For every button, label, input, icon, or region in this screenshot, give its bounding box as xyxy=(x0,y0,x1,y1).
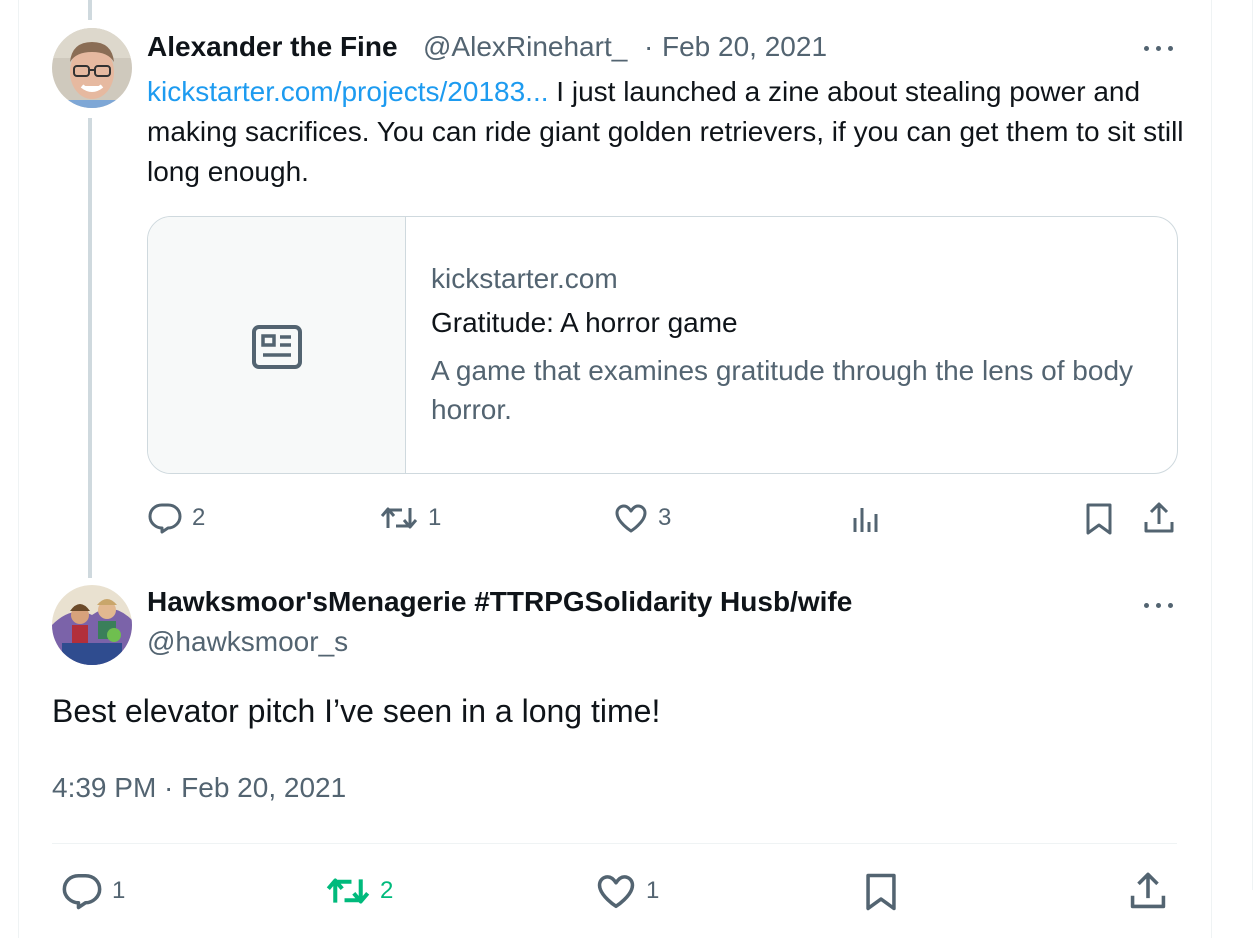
share-button[interactable] xyxy=(1129,872,1167,910)
more-options-icon[interactable] xyxy=(1140,597,1180,613)
reply-timestamp[interactable]: 4:39 PM · Feb 20, 2021 xyxy=(52,772,346,804)
retweet-count: 2 xyxy=(380,877,394,904)
like-count: 3 xyxy=(658,504,672,531)
share-icon xyxy=(1144,502,1174,533)
reply-author-name[interactable]: Hawksmoor'sMenagerie #TTRPGSolidarity Hu… xyxy=(147,586,852,618)
bookmark-icon xyxy=(866,873,896,911)
retweet-button[interactable]: 2 xyxy=(326,872,393,910)
tweet-date[interactable]: Feb 20, 2021 xyxy=(662,31,827,63)
retweet-icon xyxy=(380,507,418,529)
card-domain: kickstarter.com xyxy=(431,263,618,294)
article-icon xyxy=(252,325,302,369)
card-title: Gratitude: A horror game xyxy=(431,307,738,338)
sidebar-divider xyxy=(1252,0,1253,890)
author-name[interactable]: Alexander the Fine xyxy=(147,31,398,63)
reply-author-handle[interactable]: @hawksmoor_s xyxy=(147,626,348,658)
bookmark-icon xyxy=(1086,503,1112,535)
tweet-link[interactable]: kickstarter.com/projects/20183... xyxy=(147,76,549,107)
heart-icon xyxy=(615,504,647,533)
reply-icon xyxy=(62,873,102,910)
reply-count: 1 xyxy=(112,877,126,904)
reply-button[interactable]: 1 xyxy=(62,872,125,910)
card-thumbnail xyxy=(148,217,406,473)
retweet-icon xyxy=(326,878,370,904)
thread-connector-top xyxy=(88,0,92,20)
like-button[interactable]: 1 xyxy=(596,872,659,910)
more-options-icon[interactable] xyxy=(1140,40,1180,56)
tweet-text: kickstarter.com/projects/20183... I just… xyxy=(147,72,1187,192)
views-button[interactable] xyxy=(851,504,881,534)
like-count: 1 xyxy=(646,877,660,904)
reply-icon xyxy=(148,503,182,534)
reply-button[interactable]: 2 xyxy=(148,502,205,534)
link-card[interactable]: kickstarter.com Gratitude: A horror game… xyxy=(147,216,1178,474)
date-separator: · xyxy=(644,31,654,62)
reply-count: 2 xyxy=(192,504,206,531)
card-description: A game that examines gratitude through t… xyxy=(431,355,1134,425)
heart-icon xyxy=(597,875,635,909)
share-button[interactable] xyxy=(1143,502,1175,534)
reply-text: Best elevator pitch I’ve seen in a long … xyxy=(52,693,661,729)
thread-connector xyxy=(88,118,92,578)
avatar[interactable] xyxy=(52,585,132,665)
bookmark-button[interactable] xyxy=(864,872,898,912)
analytics-icon xyxy=(853,508,878,532)
author-handle[interactable]: @AlexRinehart_ xyxy=(423,31,627,63)
divider xyxy=(52,843,1177,844)
avatar[interactable] xyxy=(52,28,132,108)
bookmark-button[interactable] xyxy=(1085,502,1113,536)
retweet-button[interactable]: 1 xyxy=(380,502,441,534)
like-button[interactable]: 3 xyxy=(614,502,671,534)
retweet-count: 1 xyxy=(428,504,442,531)
share-icon xyxy=(1130,872,1166,909)
